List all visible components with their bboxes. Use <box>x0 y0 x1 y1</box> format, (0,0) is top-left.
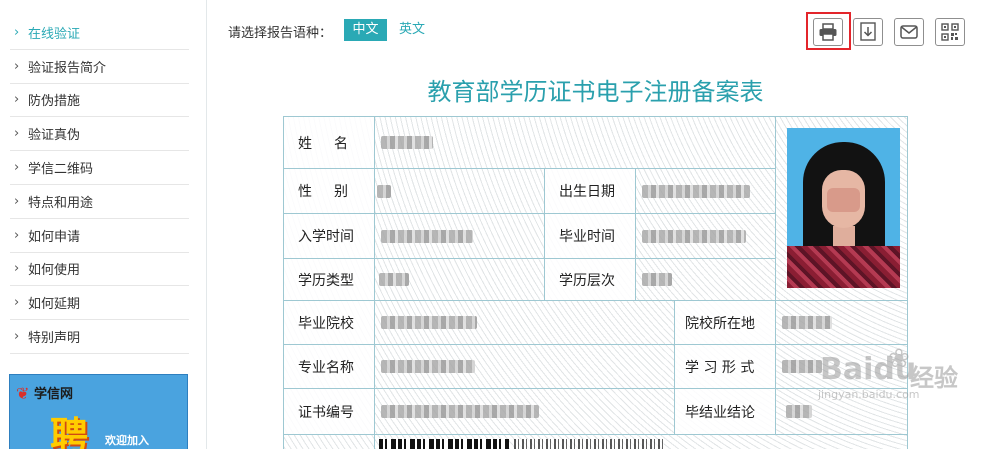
chevron-right-icon: › <box>14 193 20 209</box>
field-edu-level-label: 学历层次 <box>545 259 636 301</box>
field-cert-no-value <box>375 389 675 435</box>
barcode-secondary <box>514 439 664 449</box>
sidebar: › 在线验证 › 验证报告简介 › 防伪措施 › 验证真伪 › 学信二维码 › … <box>0 0 207 449</box>
qrcode-icon <box>941 23 959 41</box>
chevron-right-icon: › <box>14 58 20 74</box>
field-graduate-label: 毕业时间 <box>545 214 636 259</box>
field-major-value <box>375 345 675 389</box>
sidebar-item-verify-authenticity[interactable]: › 验证真伪 <box>10 117 189 152</box>
redacted-value <box>642 184 750 198</box>
redacted-value <box>782 316 832 329</box>
field-birth-label: 出生日期 <box>545 169 636 214</box>
student-photo <box>787 128 900 288</box>
sidebar-item-label: 如何申请 <box>28 229 81 245</box>
sidebar-item-label: 防伪措施 <box>28 94 81 110</box>
sidebar-item-how-use[interactable]: › 如何使用 <box>10 253 189 287</box>
redacted-value <box>381 405 539 418</box>
redacted-value <box>642 229 746 243</box>
field-gender-value <box>375 169 545 214</box>
field-edu-type-label: 学历类型 <box>284 259 375 301</box>
baidu-watermark: Baidu ❀ 经验 jingyan.baidu.com <box>760 344 960 404</box>
redacted-value <box>381 229 473 243</box>
sidebar-item-features[interactable]: › 特点和用途 <box>10 185 189 219</box>
sidebar-item-label: 验证真伪 <box>28 128 81 144</box>
chsi-logo: ❦ 学信网 <box>16 383 74 403</box>
sidebar-item-label: 如何使用 <box>28 263 81 279</box>
redacted-value <box>381 316 477 329</box>
field-name-label: 姓 名 <box>284 117 375 169</box>
sidebar-item-how-apply[interactable]: › 如何申请 <box>10 219 189 253</box>
banner-brand: 学信网 <box>34 387 74 402</box>
sidebar-item-statement[interactable]: › 特别声明 <box>10 320 189 354</box>
field-name-value <box>375 117 776 169</box>
banner-headline: 聘 <box>50 414 89 449</box>
print-icon <box>819 23 837 41</box>
redacted-value <box>642 273 672 286</box>
field-location-value <box>776 301 907 345</box>
field-graduate-value <box>636 214 776 259</box>
field-verify-code-label <box>284 435 375 449</box>
sidebar-item-label: 如何延期 <box>28 297 81 313</box>
field-location-label: 院校所在地 <box>675 301 776 345</box>
redacted-value <box>381 360 475 373</box>
redacted-value <box>377 184 391 198</box>
chevron-right-icon: › <box>14 126 20 142</box>
field-gender-label: 性 别 <box>284 169 375 214</box>
field-major-label: 专业名称 <box>284 345 375 389</box>
field-birth-value <box>636 169 776 214</box>
sidebar-item-label: 验证报告简介 <box>28 60 107 76</box>
chsi-logo-icon: ❦ <box>16 383 30 403</box>
recruit-banner[interactable]: ❦ 学信网 聘 欢迎加入 <box>9 374 188 449</box>
download-icon <box>860 22 876 41</box>
sidebar-item-label: 在线验证 <box>28 26 81 42</box>
field-enroll-value <box>375 214 545 259</box>
chevron-right-icon: › <box>14 295 20 311</box>
language-label: 请选择报告语种： <box>228 26 333 41</box>
chevron-right-icon: › <box>14 160 20 176</box>
sidebar-item-anti-fake[interactable]: › 防伪措施 <box>10 84 189 118</box>
download-button[interactable] <box>853 18 883 46</box>
sidebar-item-label: 学信二维码 <box>28 162 94 178</box>
sidebar-item-how-extend[interactable]: › 如何延期 <box>10 286 189 321</box>
page: › 在线验证 › 验证报告简介 › 防伪措施 › 验证真伪 › 学信二维码 › … <box>0 0 1000 449</box>
lang-chinese-button[interactable]: 中文 <box>344 19 387 41</box>
field-school-label: 毕业院校 <box>284 301 375 345</box>
redacted-value <box>379 273 409 286</box>
watermark-url: jingyan.baidu.com <box>818 388 920 401</box>
chevron-right-icon: › <box>14 92 20 108</box>
chevron-right-icon: › <box>14 329 20 345</box>
barcode <box>379 439 509 449</box>
sidebar-item-report-intro[interactable]: › 验证报告简介 <box>10 50 189 84</box>
paw-icon: ❀ <box>888 344 910 374</box>
qrcode-button[interactable] <box>935 18 965 46</box>
redacted-value <box>786 405 812 418</box>
field-cert-no-label: 证书编号 <box>284 389 375 435</box>
banner-tagline: 欢迎加入 <box>105 434 149 447</box>
redacted-value <box>381 136 433 149</box>
document-title: 教育部学历证书电子注册备案表 <box>427 78 764 106</box>
sidebar-nav: › 在线验证 › 验证报告简介 › 防伪措施 › 验证真伪 › 学信二维码 › … <box>10 16 189 354</box>
sidebar-item-qrcode[interactable]: › 学信二维码 <box>10 151 189 185</box>
chevron-right-icon: › <box>14 261 20 277</box>
lang-english-button[interactable]: 英文 <box>392 19 432 41</box>
email-button[interactable] <box>894 18 924 46</box>
sidebar-item-online-verify[interactable]: › 在线验证 <box>10 16 189 50</box>
email-icon <box>900 25 918 39</box>
print-button[interactable] <box>813 18 843 46</box>
chevron-right-icon: › <box>14 24 20 40</box>
field-school-value <box>375 301 675 345</box>
sidebar-item-label: 特别声明 <box>28 331 81 347</box>
chevron-right-icon: › <box>14 227 20 243</box>
field-enroll-label: 入学时间 <box>284 214 375 259</box>
field-edu-type-value <box>375 259 545 301</box>
sidebar-item-label: 特点和用途 <box>28 195 94 211</box>
field-edu-level-value <box>636 259 776 301</box>
